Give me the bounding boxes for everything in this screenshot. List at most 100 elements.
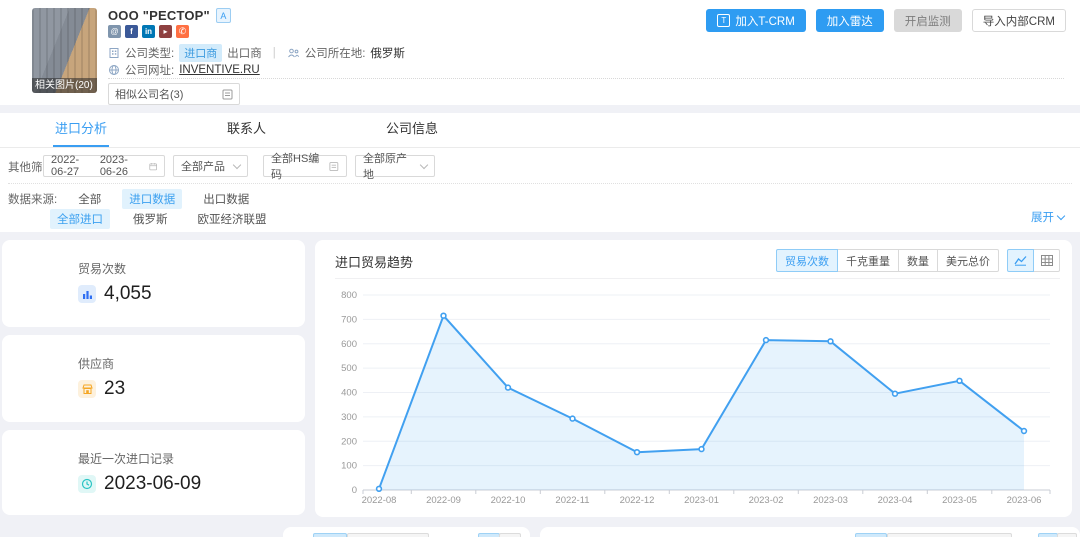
clipped-button[interactable] <box>499 533 521 537</box>
expand-toggle[interactable]: 展开 <box>1031 209 1064 225</box>
hs-code-select[interactable]: 全部HS编码 <box>263 155 347 177</box>
phone-icon[interactable]: ✆ <box>176 25 189 38</box>
table-view-button[interactable] <box>1033 249 1060 272</box>
sub-source-row: 全部进口 俄罗斯 欧亚经济联盟 <box>50 209 274 229</box>
filter-divider <box>8 183 1072 184</box>
chart-controls: 贸易次数 千克重量 数量 美元总价 <box>776 249 1060 272</box>
svg-text:400: 400 <box>341 388 357 399</box>
partial-card-left <box>283 527 530 537</box>
divider: | <box>273 47 276 59</box>
svg-text:600: 600 <box>341 339 357 350</box>
chart-title: 进口贸易趋势 <box>335 252 413 271</box>
svg-text:2023-01: 2023-01 <box>684 495 719 506</box>
similar-company-select[interactable]: 相似公司名(3) <box>108 83 240 105</box>
chevron-down-icon <box>233 160 241 168</box>
date-range-picker[interactable]: 2022-06-27 2023-06-26 <box>43 155 165 177</box>
metric-usd-total-button[interactable]: 美元总价 <box>937 249 999 272</box>
linkedin-icon[interactable]: in <box>142 25 155 38</box>
stat-label: 贸易次数 <box>78 260 305 277</box>
sub-source-eaeu[interactable]: 欧亚经济联盟 <box>191 209 274 229</box>
start-monitor-button[interactable]: 开启监测 <box>894 9 962 32</box>
stat-card-last-import: 最近一次进口记录 2023-06-09 <box>2 430 305 515</box>
tab-bar: 进口分析 联系人 公司信息 <box>0 113 1080 148</box>
svg-text:200: 200 <box>341 436 357 447</box>
stat-value: 2023-06-09 <box>104 473 201 495</box>
website-link[interactable]: INVENTIVE.RU <box>179 64 260 76</box>
import-crm-button[interactable]: 导入内部CRM <box>972 9 1066 32</box>
location-label: 公司所在地: <box>305 45 366 61</box>
stat-label: 最近一次进口记录 <box>78 450 305 467</box>
clipped-button[interactable] <box>1057 533 1077 537</box>
company-header: 相关图片(20) OOO "PECTOP" A @ f in ▸ ✆ 公司类型:… <box>0 0 1080 105</box>
svg-text:2022-12: 2022-12 <box>620 495 655 506</box>
metric-kg-weight-button[interactable]: 千克重量 <box>837 249 899 272</box>
svg-text:0: 0 <box>352 485 357 496</box>
origin-select-value: 全部原产地 <box>363 150 415 182</box>
list-icon <box>329 161 339 172</box>
clipped-button-group[interactable] <box>887 533 1012 537</box>
company-type-row: 公司类型: 进口商 出口商 | 公司所在地: 俄罗斯 <box>108 44 405 62</box>
clipped-button[interactable] <box>313 533 347 537</box>
chart-header-divider <box>335 278 1060 279</box>
tab-company-info[interactable]: 公司信息 <box>386 113 438 147</box>
sub-source-russia[interactable]: 俄罗斯 <box>126 209 175 229</box>
metric-trade-count-button[interactable]: 贸易次数 <box>776 249 838 272</box>
metric-quantity-button[interactable]: 数量 <box>898 249 938 272</box>
youtube-icon[interactable]: ▸ <box>159 25 172 38</box>
source-export-data[interactable]: 出口数据 <box>196 189 256 209</box>
svg-text:2022-11: 2022-11 <box>555 495 589 506</box>
photo-caption: 相关图片(20) <box>32 78 97 93</box>
product-select-value: 全部产品 <box>181 158 225 174</box>
partial-card-right <box>540 527 1080 537</box>
svg-text:2023-05: 2023-05 <box>942 495 977 506</box>
svg-text:2023-02: 2023-02 <box>749 495 784 506</box>
line-chart-view-button[interactable] <box>1007 249 1034 272</box>
list-icon <box>222 89 233 100</box>
store-icon <box>78 380 96 398</box>
svg-text:2022-10: 2022-10 <box>491 495 526 506</box>
filter-row: 其他筛选: 2022-06-27 2023-06-26 全部产品 全部HS编码 … <box>0 155 1080 177</box>
website-icon[interactable]: @ <box>108 25 121 38</box>
tab-contacts[interactable]: 联系人 <box>227 113 266 147</box>
hs-code-value: 全部HS编码 <box>271 150 323 182</box>
people-icon <box>287 47 300 59</box>
date-end: 2023-06-26 <box>100 154 143 178</box>
clipped-button[interactable] <box>855 533 887 537</box>
svg-text:500: 500 <box>341 363 357 374</box>
exporter-tag[interactable]: 出口商 <box>227 45 262 61</box>
website-row: 公司网址: INVENTIVE.RU <box>108 62 260 78</box>
t-crm-icon: T <box>717 14 730 27</box>
data-source-label: 数据来源: <box>8 191 57 207</box>
header-actions: T 加入T-CRM 加入雷达 开启监测 导入内部CRM <box>706 9 1066 32</box>
company-photo[interactable]: 相关图片(20) <box>32 8 97 93</box>
add-radar-button[interactable]: 加入雷达 <box>816 9 884 32</box>
line-chart-icon <box>1014 255 1027 266</box>
clipped-button-group[interactable] <box>347 533 429 537</box>
svg-text:2022-09: 2022-09 <box>426 495 461 506</box>
facebook-icon[interactable]: f <box>125 25 138 38</box>
website-label: 公司网址: <box>125 62 174 78</box>
svg-text:300: 300 <box>341 412 357 423</box>
svg-text:700: 700 <box>341 314 357 325</box>
source-import-data[interactable]: 进口数据 <box>122 189 182 209</box>
chevron-down-icon <box>420 160 428 168</box>
source-all[interactable]: 全部 <box>71 189 108 209</box>
data-source-row: 数据来源: 全部 进口数据 出口数据 <box>8 189 256 209</box>
stat-value: 23 <box>104 378 125 400</box>
tab-import-analysis[interactable]: 进口分析 <box>55 113 107 147</box>
social-links: @ f in ▸ ✆ <box>108 25 189 38</box>
clipped-button[interactable] <box>1038 533 1058 537</box>
location-value: 俄罗斯 <box>370 45 405 61</box>
origin-select[interactable]: 全部原产地 <box>355 155 435 177</box>
svg-text:2022-08: 2022-08 <box>362 495 397 506</box>
product-select[interactable]: 全部产品 <box>173 155 248 177</box>
analysis-panel: 进口分析 联系人 公司信息 其他筛选: 2022-06-27 2023-06-2… <box>0 113 1080 232</box>
trend-line-chart[interactable]: 01002003004005006007008002022-082022-092… <box>327 284 1060 506</box>
translate-icon[interactable]: A <box>216 8 231 23</box>
add-tcrm-button[interactable]: T 加入T-CRM <box>706 9 805 32</box>
importer-tag[interactable]: 进口商 <box>179 44 222 62</box>
sub-source-all-import[interactable]: 全部进口 <box>50 209 110 229</box>
clipped-button[interactable] <box>478 533 500 537</box>
globe-icon <box>108 64 120 76</box>
page: 相关图片(20) OOO "PECTOP" A @ f in ▸ ✆ 公司类型:… <box>0 0 1080 537</box>
